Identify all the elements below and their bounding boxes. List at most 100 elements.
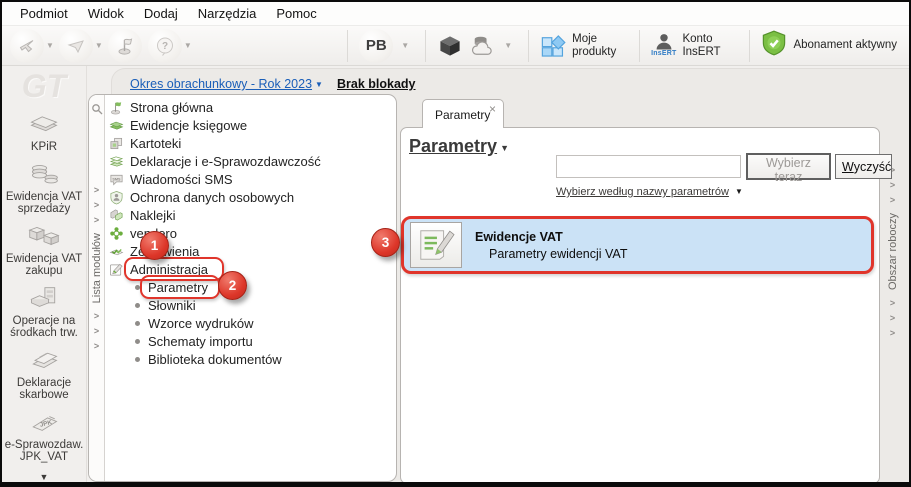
cloud-services-button[interactable]: ▼ <box>470 34 517 58</box>
parameters-panel: Parametry▼ Wybierz teraz Wyczyść Wybierz… <box>400 127 880 484</box>
flag-button[interactable] <box>108 29 142 63</box>
tree-item-parametry[interactable]: Parametry <box>105 278 396 296</box>
toolbar-separator <box>528 30 529 62</box>
select-now-button[interactable]: Wybierz teraz <box>746 153 831 180</box>
bullet-icon <box>135 285 140 290</box>
folders-icon <box>109 136 124 151</box>
tree-item-kartoteki[interactable]: Kartoteki <box>105 134 396 152</box>
tab-label[interactable]: Parametry <box>435 108 490 122</box>
tree-item-label: Naklejki <box>130 208 176 223</box>
send-letter-icon[interactable] <box>59 29 93 63</box>
bullet-icon <box>135 303 140 308</box>
module-kpir[interactable]: KPiR <box>2 111 86 154</box>
toolbar-right-group: PB ▼ ▼ Moje produkty InsERT Konto InsERT <box>343 29 909 63</box>
list-item-ewidencje-vat[interactable]: Ewidencje VAT Parametry ewidencji VAT <box>401 216 874 274</box>
chevron-right-icon: > <box>94 312 99 320</box>
module-sidebar: GT KPiREwidencja VAT sprzedażyEwidencja … <box>2 66 87 482</box>
tree-item-label: Strona główna <box>130 100 213 115</box>
accounting-period-link[interactable]: Okres obrachunkowy - Rok 2023▼ <box>130 77 323 91</box>
help-button[interactable]: ?▼ <box>148 29 197 63</box>
chevron-down-icon[interactable]: ▼ <box>401 41 409 50</box>
send-letter-button[interactable]: ▼ <box>59 29 108 63</box>
more-modules-arrow-icon[interactable]: ▼ <box>40 472 49 482</box>
chevron-down-icon[interactable]: ▼ <box>504 41 512 50</box>
navigation-tree: Strona główna Ewidencje księgoweKartoteki… <box>105 95 396 481</box>
menu-pomoc[interactable]: Pomoc <box>266 3 326 24</box>
tree-item-deklaracje-i-e-sprawozdawczosc[interactable]: Deklaracje i e-Sprawozdawczość <box>105 152 396 170</box>
cursor-arrow-icon[interactable] <box>10 29 44 63</box>
chevron-down-icon[interactable]: ▼ <box>95 41 103 50</box>
chevron-right-icon: > <box>94 216 99 224</box>
module-deklaracje-skarbowe[interactable]: Deklaracje skarbowe <box>2 347 86 402</box>
tree-item-wzorce-wydrukow[interactable]: Wzorce wydruków <box>105 314 396 332</box>
module-e-sprawozdaw-jpk-vat[interactable]: JPKe-Sprawozdaw. JPK_VAT <box>2 409 86 464</box>
tree-item-ewidencje-ksiegowe[interactable]: Ewidencje księgowe <box>105 116 396 134</box>
menu-widok[interactable]: Widok <box>78 3 134 24</box>
clear-button[interactable]: Wyczyść <box>835 154 892 179</box>
fixed-assets-icon <box>24 285 64 315</box>
products-tiles-icon <box>540 34 566 58</box>
cloud-stack-icon[interactable] <box>470 34 496 58</box>
tree-item-schematy-importu[interactable]: Schematy importu <box>105 332 396 350</box>
menu-dodaj[interactable]: Dodaj <box>134 3 188 24</box>
tree-item-biblioteka-dokumentow[interactable]: Biblioteka dokumentów <box>105 350 396 368</box>
my-products-button[interactable]: Moje produkty <box>540 33 628 59</box>
page-title-text[interactable]: Parametry <box>409 136 497 156</box>
tab-close-icon[interactable] <box>489 102 496 116</box>
lock-status-link[interactable]: Brak blokady <box>337 77 416 91</box>
tab-parametry[interactable]: Parametry <box>422 99 504 128</box>
tree-item-label: Parametry <box>148 280 208 295</box>
page-title[interactable]: Parametry▼ <box>409 136 509 157</box>
chevron-down-icon[interactable]: ▼ <box>184 41 192 50</box>
flag-icon[interactable] <box>108 29 142 63</box>
parameter-search-input[interactable] <box>556 155 741 178</box>
tree-item-slowniki[interactable]: Słowniki <box>105 296 396 314</box>
chevron-right-icon: > <box>890 196 895 204</box>
tree-item-wiadomosci-sms[interactable]: SMS Wiadomości SMS <box>105 170 396 188</box>
tree-item-label: Wzorce wydruków <box>148 316 253 331</box>
vendero-icon <box>109 226 124 241</box>
module-list: KPiR Ewidencja VAT sprzedaży Ewidencja VAT… <box>2 111 86 471</box>
filter-by-name-link[interactable]: Wybierz według nazwy parametrów ▼ <box>556 186 743 198</box>
tree-item-label: Wiadomości SMS <box>130 172 233 187</box>
insert-account-button[interactable]: InsERT Konto InsERT <box>651 33 738 59</box>
bullet-icon <box>135 357 140 362</box>
accounting-period-text[interactable]: Okres obrachunkowy - Rok 2023 <box>130 77 312 91</box>
toolbar-separator <box>425 30 426 62</box>
module-ewidencja-vat-zakupu[interactable]: Ewidencja VAT zakupu <box>2 223 86 278</box>
module-operacje-na-srodkach-trw[interactable]: Operacje na środkach trw. <box>2 285 86 340</box>
shield-check-icon <box>761 30 787 61</box>
toolbar-separator <box>749 30 750 62</box>
data-shield-icon <box>109 190 124 205</box>
help-icon[interactable]: ? <box>148 29 182 63</box>
insert-account-label: Konto InsERT <box>682 33 738 59</box>
module-ewidencja-vat-sprzedazy[interactable]: Ewidencja VAT sprzedaży <box>2 161 86 216</box>
user-initials-button[interactable]: PB ▼ <box>359 29 414 63</box>
module-list-strip[interactable]: >>> Lista modułów >>> <box>89 95 105 481</box>
toolbar-separator <box>347 30 348 62</box>
filter-by-name-text[interactable]: Wybierz według nazwy parametrów <box>556 186 729 198</box>
home-flag-icon <box>109 100 124 115</box>
annotation-step-1: 1 <box>140 231 169 260</box>
tree-item-label: Słowniki <box>148 298 196 313</box>
subscription-label: Abonament aktywny <box>793 39 897 52</box>
tree-item-ochrona-danych-osobowych[interactable]: Ochrona danych osobowych <box>105 188 396 206</box>
cube-icon[interactable] <box>437 34 463 58</box>
subscription-status[interactable]: Abonament aktywny <box>761 30 897 61</box>
vat-sales-icon <box>24 161 64 191</box>
svg-text:SMS: SMS <box>112 177 121 181</box>
cursor-arrow-button[interactable]: ▼ <box>10 29 59 63</box>
menu-podmiot[interactable]: Podmiot <box>10 3 78 24</box>
menu-narzedzia[interactable]: Narzędzia <box>188 3 267 24</box>
list-item-subtitle: Parametry ewidencji VAT <box>489 247 627 261</box>
tree-item-naklejki[interactable]: Naklejki <box>105 206 396 224</box>
tree-item-strona-glowna[interactable]: Strona główna <box>105 98 396 116</box>
user-initials-badge[interactable]: PB <box>359 29 393 63</box>
reports-icon <box>109 244 124 259</box>
work-area-strip[interactable]: >>> Obszar roboczy >>> <box>884 94 901 482</box>
chevron-down-icon[interactable]: ▼ <box>46 41 54 50</box>
tree-item-administracja[interactable]: Administracja <box>105 260 396 278</box>
pin-icon[interactable] <box>91 102 103 114</box>
tree-item-label: Ewidencje księgowe <box>130 118 247 133</box>
vat-purchase-icon <box>24 223 64 253</box>
